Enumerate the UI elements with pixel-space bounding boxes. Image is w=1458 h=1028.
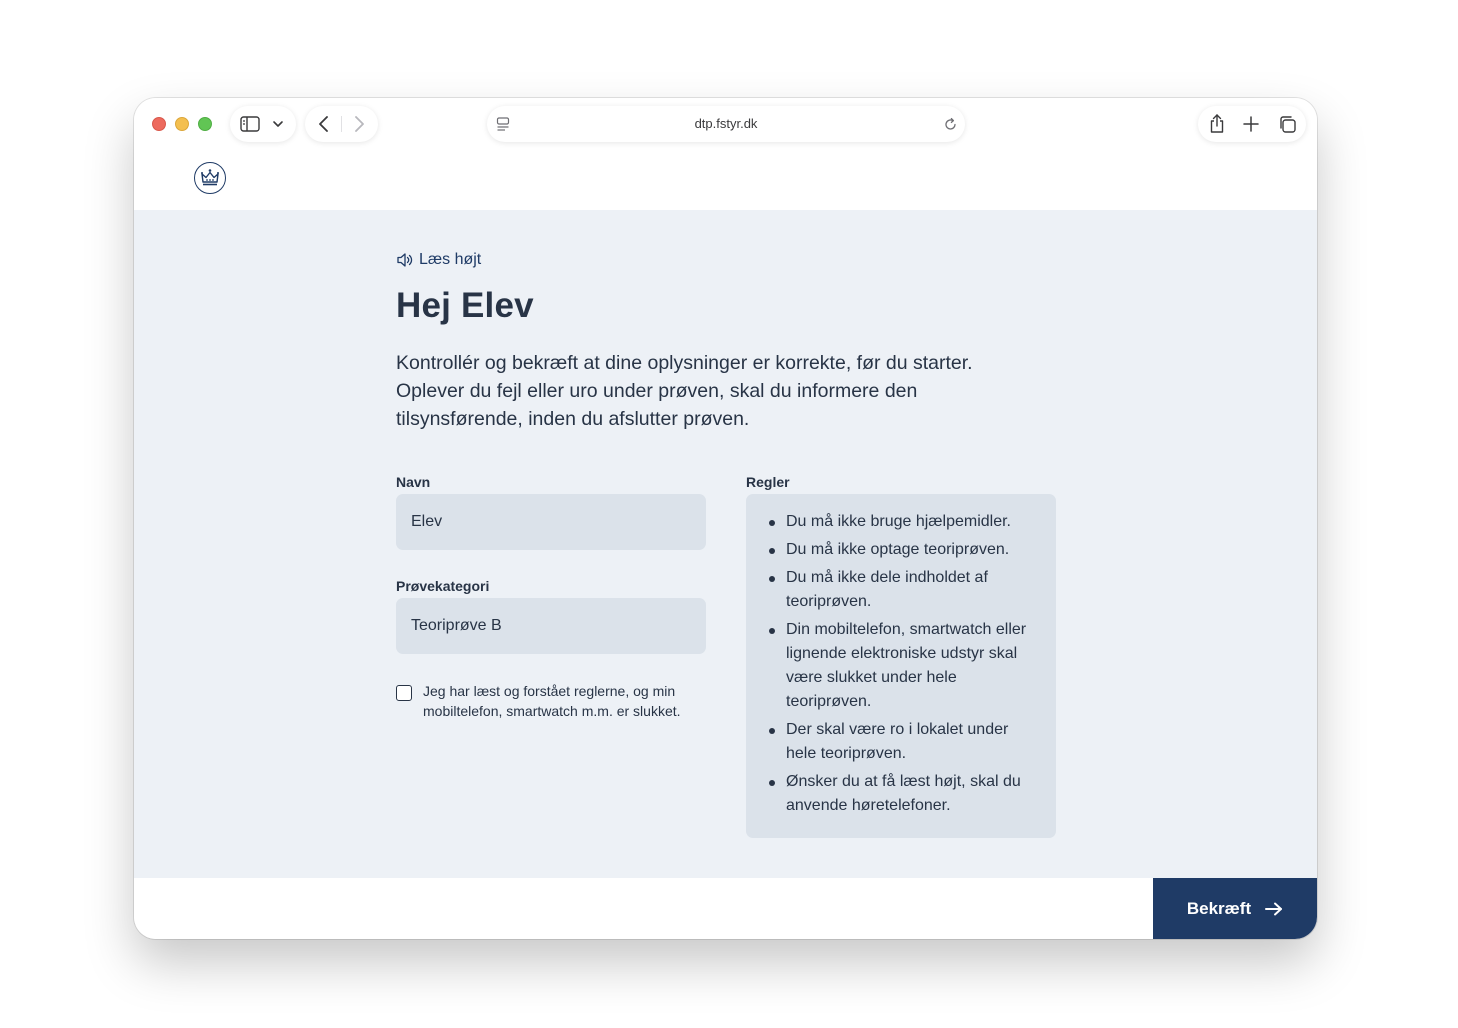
rules-label: Regler [746, 474, 790, 490]
reload-icon[interactable] [943, 117, 958, 132]
rule-item: Du må ikke optage teoriprøven. [769, 538, 1034, 562]
footer-bar: Bekræft [134, 878, 1317, 939]
page-title: Hej Elev [396, 286, 534, 325]
arrow-right-icon [1265, 902, 1283, 915]
url-text[interactable]: dtp.fstyr.dk [487, 116, 965, 131]
consent-label[interactable]: Jeg har læst og forstået reglerne, og mi… [423, 671, 706, 721]
back-icon[interactable] [317, 115, 331, 133]
nav-divider [341, 116, 342, 132]
forward-icon[interactable] [352, 115, 366, 133]
rule-item: Du må ikke bruge hjælpemidler. [769, 510, 1034, 534]
minimize-window-button[interactable] [175, 117, 189, 131]
consent-checkbox[interactable] [396, 685, 412, 701]
actions-group [1198, 106, 1306, 142]
main-content: Læs højt Hej Elev Kontrollér og bekræft … [134, 210, 1317, 878]
navigation-group [305, 106, 378, 142]
read-aloud-label: Læs højt [419, 251, 482, 268]
category-field: Teoriprøve B [396, 598, 706, 654]
address-bar[interactable]: dtp.fstyr.dk [487, 106, 965, 142]
site-header [134, 150, 1317, 210]
confirm-label: Bekræft [1186, 898, 1252, 918]
sidebar-toggle-group [230, 106, 296, 142]
sidebar-icon[interactable] [240, 116, 260, 132]
zoom-window-button[interactable] [198, 117, 212, 131]
rule-item: Ønsker du at få læst højt, skal du anven… [769, 770, 1034, 818]
intro-text: Kontrollér og bekræft at dine oplysninge… [396, 352, 973, 430]
share-icon[interactable] [1208, 113, 1226, 134]
rules-list: Du må ikke bruge hjælpemidler. Du må ikk… [769, 510, 1034, 818]
confirm-button[interactable]: Bekræft [1153, 878, 1317, 939]
new-tab-icon[interactable] [1243, 116, 1259, 132]
logo[interactable] [194, 162, 226, 194]
speaker-icon [397, 253, 413, 267]
read-aloud-button[interactable]: Læs højt [396, 246, 481, 274]
close-window-button[interactable] [152, 117, 166, 131]
category-label: Prøvekategori [396, 578, 490, 594]
rule-item: Din mobiltelefon, smartwatch eller ligne… [769, 618, 1034, 714]
browser-toolbar: dtp.fstyr.dk [134, 98, 1317, 150]
browser-window: dtp.fstyr.dk Læs højt Hej Elev Kontrollé… [134, 98, 1317, 939]
name-label: Navn [396, 474, 431, 490]
crown-icon [201, 169, 219, 186]
rules-box: Du må ikke bruge hjælpemidler. Du må ikk… [746, 494, 1056, 838]
rule-item: Du må ikke dele indholdet af teoriprøven… [769, 566, 1034, 614]
name-field: Elev [396, 494, 706, 550]
chevron-down-icon[interactable] [272, 120, 284, 128]
consent-row: Jeg har læst og forstået reglerne, og mi… [396, 671, 706, 721]
rule-item: Der skal være ro i lokalet under hele te… [769, 718, 1034, 766]
tab-overview-icon[interactable] [1278, 115, 1297, 134]
